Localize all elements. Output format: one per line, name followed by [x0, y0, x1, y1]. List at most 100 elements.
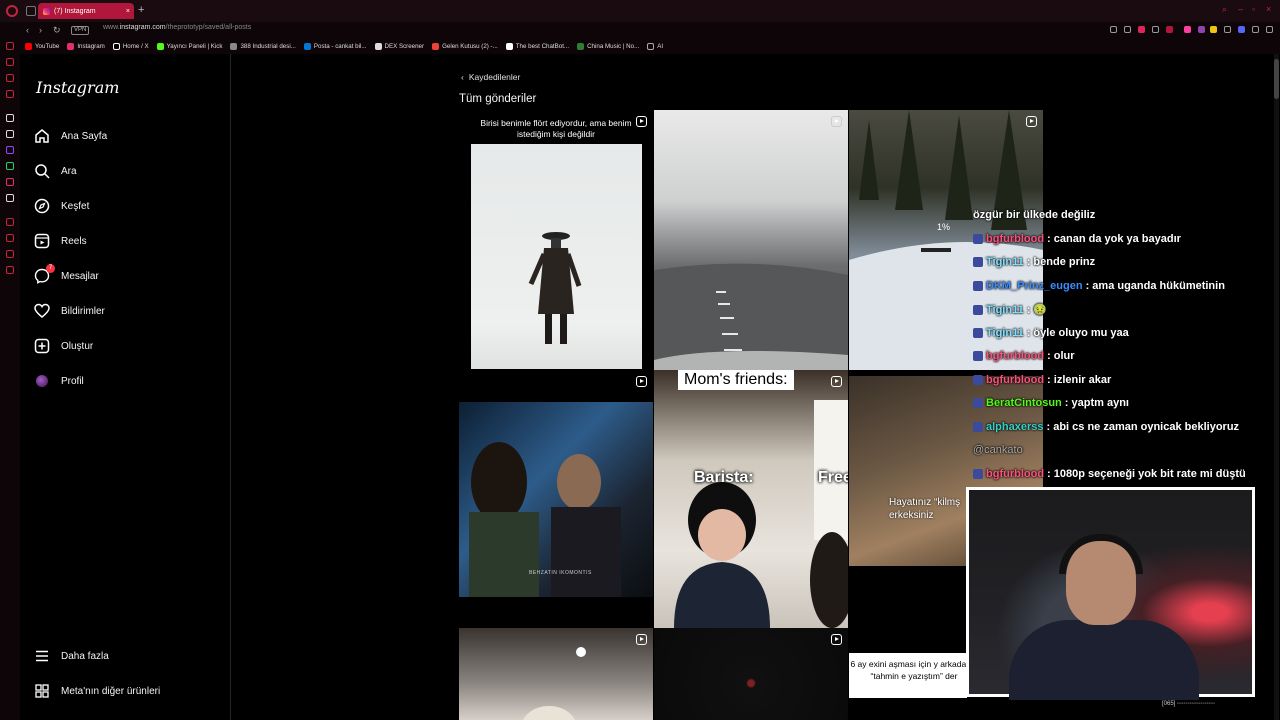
close-tab-icon[interactable]: ×: [126, 8, 130, 15]
reload-icon[interactable]: ↻: [53, 25, 61, 36]
scrollbar-thumb[interactable]: [1274, 59, 1279, 99]
nav-explore[interactable]: Keşfet: [34, 196, 89, 216]
bookmark-item[interactable]: Instagram: [67, 42, 105, 50]
scrollbar[interactable]: [1274, 54, 1279, 720]
post-tile[interactable]: Birisi benimle flört ediyordur, ama beni…: [459, 110, 653, 370]
forward-icon[interactable]: ›: [39, 25, 42, 35]
menu-icon[interactable]: [1266, 26, 1273, 33]
search-tabs-icon[interactable]: ⌕: [1222, 4, 1227, 15]
instagram-sidebar: Instagram Ana Sayfa Ara Keşfet Reels 7 M…: [20, 54, 231, 720]
webcam-feed: [969, 490, 1252, 700]
extension-icon[interactable]: [1224, 26, 1231, 33]
history-icon[interactable]: [6, 74, 14, 82]
bookmark-label: 388 Industrial desi...: [240, 42, 296, 50]
download-icon[interactable]: [1252, 26, 1259, 33]
meme-label: Free: [818, 469, 848, 486]
post-tile[interactable]: [654, 628, 848, 720]
instagram-logo[interactable]: Instagram: [36, 78, 119, 97]
opera-logo-icon[interactable]: [6, 5, 18, 17]
bookmark-item[interactable]: China Music | No...: [577, 42, 639, 50]
nav-home[interactable]: Ana Sayfa: [34, 126, 107, 146]
extension-icon[interactable]: [1210, 26, 1217, 33]
page-icon: [230, 42, 238, 50]
chatgpt-icon[interactable]: [6, 130, 14, 138]
chat-username: BeratCintosun: [986, 397, 1062, 409]
chat-message: Tigin11: öyle oluyo mu yaa: [973, 327, 1129, 339]
extension-icon[interactable]: [1110, 26, 1117, 33]
chat-text: : ama uganda hükümetinin: [1085, 279, 1225, 292]
url-field[interactable]: www.instagram.com/theprototyp/saved/all-…: [103, 24, 251, 31]
nav-label: Daha fazla: [61, 650, 109, 662]
compass-icon: [34, 198, 50, 214]
minimize-icon[interactable]: –: [1238, 4, 1243, 14]
post-tile[interactable]: [654, 110, 848, 370]
extension-icon[interactable]: [1184, 26, 1191, 33]
reel-icon: [831, 116, 842, 127]
extension-icon[interactable]: [1138, 26, 1145, 33]
bookmark-folder[interactable]: AI: [647, 42, 664, 50]
bookmark-item[interactable]: Home / X: [112, 42, 149, 50]
chatbot-icon: [505, 42, 513, 50]
pin-icon[interactable]: [6, 234, 14, 242]
reel-icon: [1026, 116, 1037, 127]
url-host: instagram.com: [119, 24, 166, 31]
maximize-icon[interactable]: ▫: [1252, 4, 1255, 14]
nav-search[interactable]: Ara: [34, 161, 77, 181]
workspaces-icon[interactable]: [26, 6, 36, 16]
plus-square-icon: [34, 338, 50, 354]
dex-icon: [374, 42, 382, 50]
reel-icon: [831, 376, 842, 387]
twitch-icon[interactable]: [6, 146, 14, 154]
vpn-badge[interactable]: VPN: [71, 26, 90, 35]
bookmark-label: AI: [657, 42, 664, 50]
avatar-wrapper: [34, 373, 50, 389]
chat-message: BeratCintosun: yaptm aynı: [973, 397, 1129, 409]
play-icon[interactable]: [1152, 26, 1159, 33]
nav-notifications[interactable]: Bildirimler: [34, 301, 105, 321]
nav-reels[interactable]: Reels: [34, 231, 87, 251]
post-tile[interactable]: [459, 628, 653, 720]
bookmark-item[interactable]: Posta - cankat bil...: [303, 42, 367, 50]
bookmarks-icon[interactable]: [6, 58, 14, 66]
nav-more[interactable]: Daha fazla: [34, 646, 109, 666]
aria-icon[interactable]: [6, 114, 14, 122]
settings-icon[interactable]: [6, 266, 14, 274]
nav-meta-products[interactable]: Meta'nın diğer ürünleri: [34, 681, 160, 701]
bookmark-item[interactable]: Gelen Kutusu (2) -...: [432, 42, 498, 50]
nav-create[interactable]: Oluştur: [34, 336, 93, 356]
x-icon[interactable]: [6, 194, 14, 202]
clock-icon[interactable]: [6, 218, 14, 226]
chat-text: : izlenir akar: [1047, 373, 1112, 386]
post-tile[interactable]: 6 ay exini aşması için y arkadaşın “tahm…: [849, 653, 967, 698]
nav-profile[interactable]: Profil: [34, 371, 84, 391]
music-icon[interactable]: [6, 90, 14, 98]
bookmark-item[interactable]: Yayıncı Paneli | Kick: [156, 42, 223, 50]
instagram-icon[interactable]: [6, 178, 14, 186]
whatsapp-icon[interactable]: [6, 162, 14, 170]
snapshot-icon[interactable]: [1124, 26, 1131, 33]
chat-message: bgfurblood: olur: [973, 350, 1075, 362]
bookmark-item[interactable]: The best ChatBot...: [505, 42, 569, 50]
extension-icon[interactable]: [1238, 26, 1245, 33]
bookmark-label: Yayıncı Paneli | Kick: [166, 42, 223, 50]
extension-icon[interactable]: [1166, 26, 1173, 33]
info-icon[interactable]: [6, 250, 14, 258]
new-tab-button[interactable]: +: [138, 4, 144, 16]
bookmark-item[interactable]: 388 Industrial desi...: [230, 42, 296, 50]
bookmark-item[interactable]: YouTube: [25, 42, 59, 50]
extension-icon[interactable]: [1198, 26, 1205, 33]
bookmark-item[interactable]: DEX Screener: [374, 42, 424, 50]
home-icon[interactable]: [6, 42, 14, 50]
nav-messages[interactable]: 7 Mesajlar: [34, 264, 99, 286]
hamburger-icon: [34, 648, 50, 664]
browser-tab[interactable]: (7) Instagram ×: [38, 3, 134, 19]
saved-back-link[interactable]: ‹ Kaydedilenler: [461, 72, 520, 82]
kick-icon: [156, 42, 164, 50]
close-window-icon[interactable]: ×: [1266, 4, 1271, 14]
post-tile[interactable]: Mom's friends: Barista: Free: [654, 370, 848, 628]
post-tile[interactable]: BEHZATIN IKOMONTIS: [459, 370, 653, 628]
back-icon[interactable]: ‹: [26, 25, 29, 35]
bookmark-label: Instagram: [77, 42, 105, 50]
pirate-figure: [528, 232, 582, 344]
chat-username: bgfurblood: [986, 350, 1045, 362]
